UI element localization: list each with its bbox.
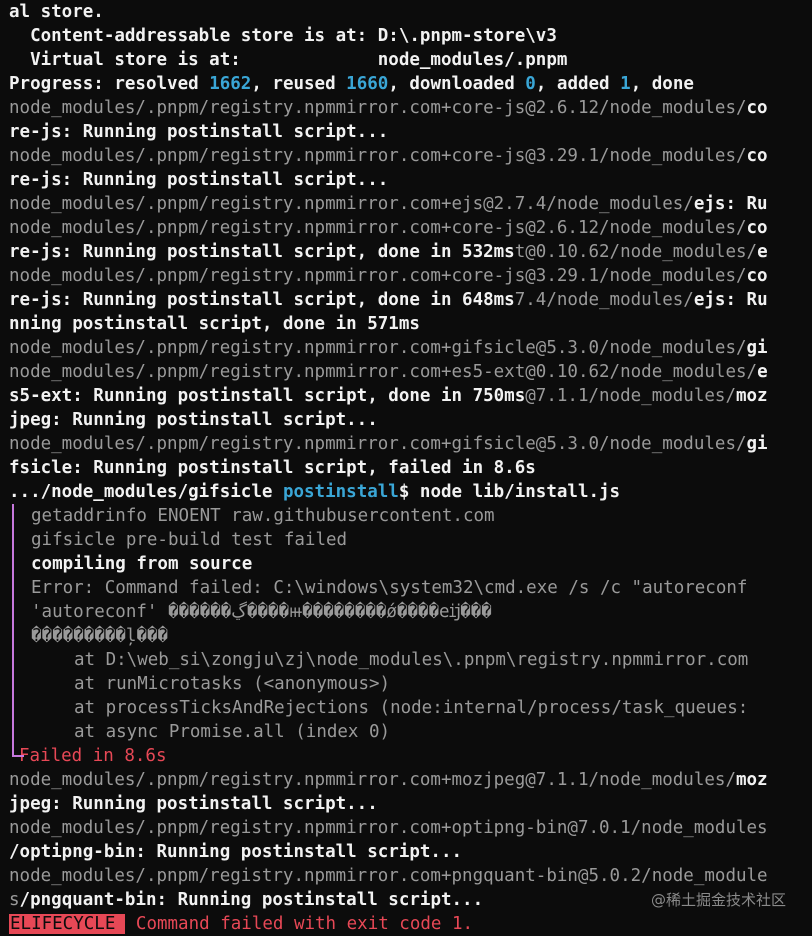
log-text: co [746,266,768,286]
log-path: node_modules/.pnpm/registry.npmmirror.co… [9,266,747,286]
log-path: t@0.10.62/node_modules/ [514,242,758,262]
log-text: fsicle: Running postinstall script, fail… [9,458,536,478]
stack-trace: at D:\web_si\zongju\zj\node_modules\.pnp… [31,648,812,744]
log-path: node_modules/.pnpm/registry.npmmirror.co… [9,866,768,886]
log-line: re-js: Running postinstall script... [9,120,812,144]
stack-frame: at D:\web_si\zongju\zj\node_modules\.pnp… [74,650,749,670]
log-line: jpeg: Running postinstall script... [9,792,812,816]
resolved-count: 1662 [209,74,252,94]
store-line: al store. [9,2,104,22]
log-text: re-js: Running postinstall script... [9,170,389,190]
stack-frame: at runMicrotasks (<anonymous>) [74,674,391,694]
log-text: ejs: Ru [693,290,768,310]
log-text: s5-ext: Running postinstall script, done… [9,386,526,406]
log-path: node_modules/.pnpm/registry.npmmirror.co… [9,434,747,454]
log-line: /optipng-bin: Running postinstall script… [9,840,812,864]
log-text: jpeg: Running postinstall script... [9,794,378,814]
box-line: getaddrinfo ENOENT raw.githubusercontent… [31,506,495,526]
log-text: jpeg: Running postinstall script... [9,410,378,430]
log-path: 7.4/node_modules/ [514,290,694,310]
script-hook: postinstall [282,482,399,502]
log-path: node_modules/.pnpm/registry.npmmirror.co… [9,362,758,382]
elifecycle-badge: ELIFECYCLE [9,914,126,934]
log-line: node_modules/.pnpm/registry.npmmirror.co… [9,144,812,168]
log-line: s5-ext: Running postinstall script, done… [9,384,812,408]
log-line: fsicle: Running postinstall script, fail… [9,456,812,480]
failed-status: Failed in 8.6s [19,746,167,766]
log-text: gi [746,338,768,358]
script-command: $ node lib/install.js [398,482,621,502]
log-text: nning postinstall script, done in 571ms [9,314,420,334]
log-line: re-js: Running postinstall script, done … [9,288,812,312]
log-path: @7.1.1/node_modules/ [525,386,736,406]
log-path: node_modules/.pnpm/registry.npmmirror.co… [9,194,694,214]
progress-done: , done [630,74,694,94]
log-text: co [746,146,768,166]
exit-message: Command failed with exit code 1. [135,914,474,934]
watermark: @稀土掘金技术社区 [650,891,786,909]
content-store-line: Content-addressable store is at: D:\.pnp… [9,26,557,46]
log-path: node_modules/.pnpm/registry.npmmirror.co… [9,818,768,838]
log-path: node_modules/.pnpm/registry.npmmirror.co… [9,218,747,238]
log-line: node_modules/.pnpm/registry.npmmirror.co… [9,360,812,384]
log-line: node_modules/.pnpm/registry.npmmirror.co… [9,768,812,792]
box-lines: getaddrinfo ENOENT raw.githubusercontent… [31,504,812,648]
log-text: gi [746,434,768,454]
log-line: node_modules/.pnpm/registry.npmmirror.co… [9,816,812,840]
box-line: gifsicle pre-build test failed [31,530,348,550]
added-label: , added [535,74,621,94]
log-line: nning postinstall script, done in 571ms [9,312,812,336]
log-text: e [757,242,768,262]
log-text: co [746,218,768,238]
box-line: 'autoreconf' ������ڲ����ⲿ��������ǿ����еĳ… [31,602,492,622]
log-text: /optipng-bin: Running postinstall script… [9,842,463,862]
log-line: node_modules/.pnpm/registry.npmmirror.co… [9,432,812,456]
stack-frame: at processTicksAndRejections (node:inter… [74,698,749,718]
log-line: node_modules/.pnpm/registry.npmmirror.co… [9,96,812,120]
log-path: node_modules/.pnpm/registry.npmmirror.co… [9,338,747,358]
script-path: .../node_modules/gifsicle [9,482,283,502]
reused-label: , reused [251,74,347,94]
log-line: node_modules/.pnpm/registry.npmmirror.co… [9,864,812,888]
log-text: e [757,362,768,382]
install-log: node_modules/.pnpm/registry.npmmirror.co… [9,96,812,480]
log-text: re-js: Running postinstall script, done … [9,290,515,310]
box-line: ���������ļ��� [31,626,168,646]
reused-count: 1660 [346,74,389,94]
virtual-store-line: Virtual store is at: node_modules/.pnpm [9,50,568,70]
log-text: moz [735,770,768,790]
log-line: node_modules/.pnpm/registry.npmmirror.co… [9,336,812,360]
log-line: jpeg: Running postinstall script... [9,408,812,432]
log-path: node_modules/.pnpm/registry.npmmirror.co… [9,98,747,118]
log-path: node_modules/.pnpm/registry.npmmirror.co… [9,770,736,790]
progress-label: Progress: resolved [9,74,210,94]
log-text: /pngquant-bin: Running postinstall scrip… [19,890,484,910]
log-text: re-js: Running postinstall script, done … [9,242,515,262]
box-corner [12,755,24,757]
log-path: node_modules/.pnpm/registry.npmmirror.co… [9,146,747,166]
log-text: moz [735,386,768,406]
log-line: node_modules/.pnpm/registry.npmmirror.co… [9,192,812,216]
progress-line: Progress: resolved 1662, reused 1660, do… [9,72,812,96]
log-text: co [746,98,768,118]
downloaded-label: , downloaded [388,74,526,94]
downloaded-count: 0 [525,74,536,94]
log-line: re-js: Running postinstall script... [9,168,812,192]
log-line: re-js: Running postinstall script, done … [9,240,812,264]
log-path: s [9,890,20,910]
stack-frame: at async Promise.all (index 0) [74,722,391,742]
script-line: .../node_modules/gifsicle postinstall$ n… [9,480,812,504]
log-line: node_modules/.pnpm/registry.npmmirror.co… [9,216,812,240]
log-text: re-js: Running postinstall script... [9,122,389,142]
box-rail [12,504,14,756]
terminal-window[interactable]: al store. Content-addressable store is a… [0,0,812,934]
error-output-box: getaddrinfo ENOENT raw.githubusercontent… [9,504,812,768]
log-line: node_modules/.pnpm/registry.npmmirror.co… [9,264,812,288]
added-count: 1 [620,74,631,94]
log-text: ejs: Ru [693,194,768,214]
footer-line: ELIFECYCLE Command failed with exit code… [9,912,812,936]
box-line: compiling from source [31,554,253,574]
box-line: Error: Command failed: C:\windows\system… [31,578,748,598]
